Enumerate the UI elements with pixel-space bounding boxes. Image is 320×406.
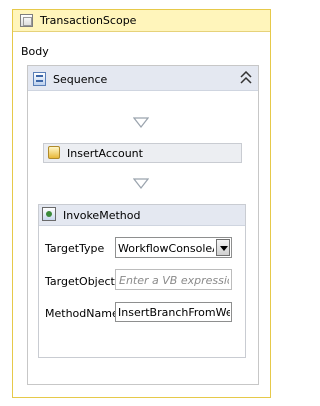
target-type-label: TargetType	[45, 242, 105, 255]
target-object-placeholder[interactable]: Enter a VB expression	[119, 274, 229, 287]
method-name-value[interactable]: InsertBranchFromWebS	[118, 306, 230, 319]
insert-account-title: InsertAccount	[67, 147, 143, 160]
invoke-method-icon	[42, 207, 56, 221]
body-label: Body	[21, 45, 49, 58]
activity-icon	[48, 146, 60, 159]
target-type-value[interactable]: WorkflowConsoleAp	[118, 242, 214, 255]
invoke-method-title: InvokeMethod	[63, 209, 141, 222]
sequence-title: Sequence	[53, 73, 108, 86]
chevron-double-up-icon[interactable]	[240, 71, 252, 85]
method-name-label: MethodName	[45, 307, 119, 320]
transaction-scope-icon	[20, 14, 33, 27]
drop-target-arrow-icon[interactable]	[133, 178, 149, 189]
sequence-icon	[33, 72, 46, 86]
drop-target-arrow-icon[interactable]	[133, 117, 149, 128]
target-object-label: TargetObject	[45, 275, 115, 288]
dropdown-arrow-icon[interactable]	[216, 239, 230, 256]
transaction-scope-title: TransactionScope	[40, 14, 137, 27]
